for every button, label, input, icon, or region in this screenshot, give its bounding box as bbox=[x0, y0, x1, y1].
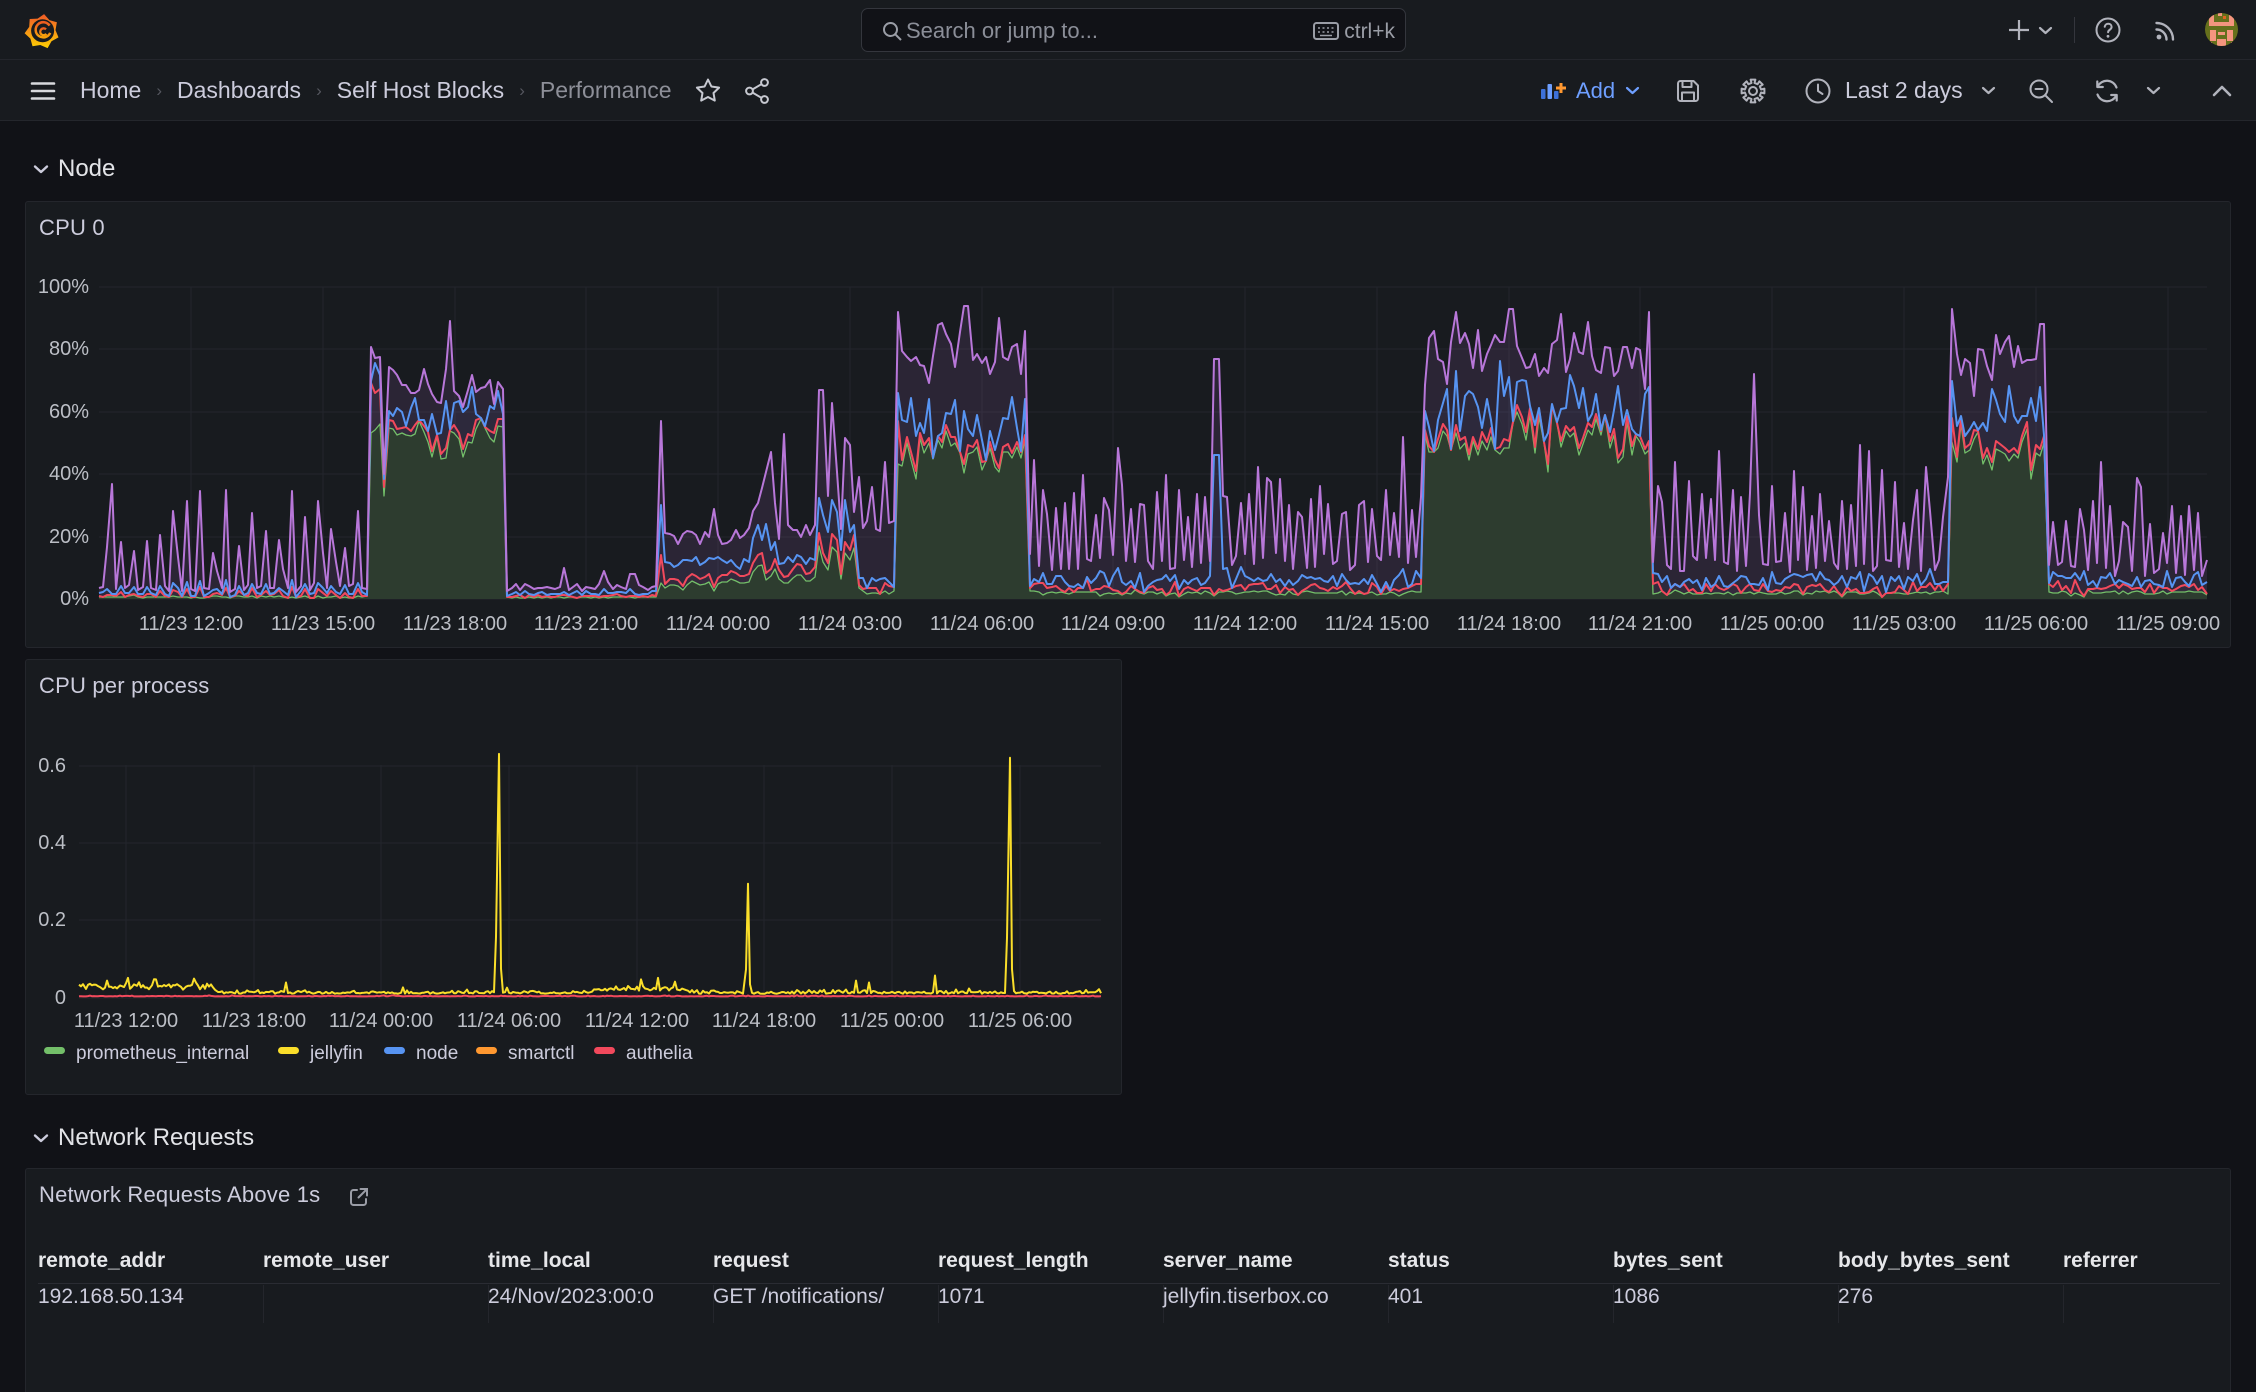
svg-text:11/25 09:00: 11/25 09:00 bbox=[2116, 613, 2220, 635]
svg-text:0.2: 0.2 bbox=[38, 909, 66, 931]
svg-text:jellyfin: jellyfin bbox=[309, 1043, 363, 1064]
svg-text:11/24 18:00: 11/24 18:00 bbox=[1457, 613, 1561, 635]
svg-text:80%: 80% bbox=[49, 338, 89, 360]
svg-text:11/24 18:00: 11/24 18:00 bbox=[712, 1010, 816, 1032]
svg-text:11/24 06:00: 11/24 06:00 bbox=[457, 1010, 561, 1032]
svg-text:11/23 21:00: 11/23 21:00 bbox=[534, 613, 638, 635]
svg-text:11/24 12:00: 11/24 12:00 bbox=[1193, 613, 1297, 635]
svg-text:100%: 100% bbox=[38, 276, 89, 298]
svg-text:11/25 06:00: 11/25 06:00 bbox=[1984, 613, 2088, 635]
svg-text:0%: 0% bbox=[60, 588, 89, 610]
svg-text:11/24 00:00: 11/24 00:00 bbox=[329, 1010, 433, 1032]
svg-text:prometheus_internal: prometheus_internal bbox=[76, 1043, 249, 1064]
svg-text:40%: 40% bbox=[49, 463, 89, 485]
svg-text:20%: 20% bbox=[49, 526, 89, 548]
svg-text:11/23 12:00: 11/23 12:00 bbox=[74, 1010, 178, 1032]
svg-text:node: node bbox=[416, 1043, 458, 1064]
svg-text:11/24 00:00: 11/24 00:00 bbox=[666, 613, 770, 635]
svg-text:11/24 09:00: 11/24 09:00 bbox=[1061, 613, 1165, 635]
svg-text:11/23 15:00: 11/23 15:00 bbox=[271, 613, 375, 635]
svg-text:11/25 06:00: 11/25 06:00 bbox=[968, 1010, 1072, 1032]
svg-text:11/25 00:00: 11/25 00:00 bbox=[840, 1010, 944, 1032]
svg-text:11/24 21:00: 11/24 21:00 bbox=[1588, 613, 1692, 635]
svg-text:smartctl: smartctl bbox=[508, 1043, 575, 1064]
svg-text:0: 0 bbox=[55, 987, 66, 1009]
svg-text:0.6: 0.6 bbox=[38, 755, 66, 777]
svg-text:11/23 18:00: 11/23 18:00 bbox=[403, 613, 507, 635]
svg-text:11/24 15:00: 11/24 15:00 bbox=[1325, 613, 1429, 635]
svg-text:0.4: 0.4 bbox=[38, 832, 66, 854]
svg-text:60%: 60% bbox=[49, 401, 89, 423]
svg-text:11/25 03:00: 11/25 03:00 bbox=[1852, 613, 1956, 635]
svg-text:11/24 03:00: 11/24 03:00 bbox=[798, 613, 902, 635]
svg-text:11/24 12:00: 11/24 12:00 bbox=[585, 1010, 689, 1032]
svg-text:authelia: authelia bbox=[626, 1043, 693, 1064]
svg-text:11/24 06:00: 11/24 06:00 bbox=[930, 613, 1034, 635]
svg-text:11/25 00:00: 11/25 00:00 bbox=[1720, 613, 1824, 635]
svg-text:11/23 18:00: 11/23 18:00 bbox=[202, 1010, 306, 1032]
svg-text:11/23 12:00: 11/23 12:00 bbox=[139, 613, 243, 635]
